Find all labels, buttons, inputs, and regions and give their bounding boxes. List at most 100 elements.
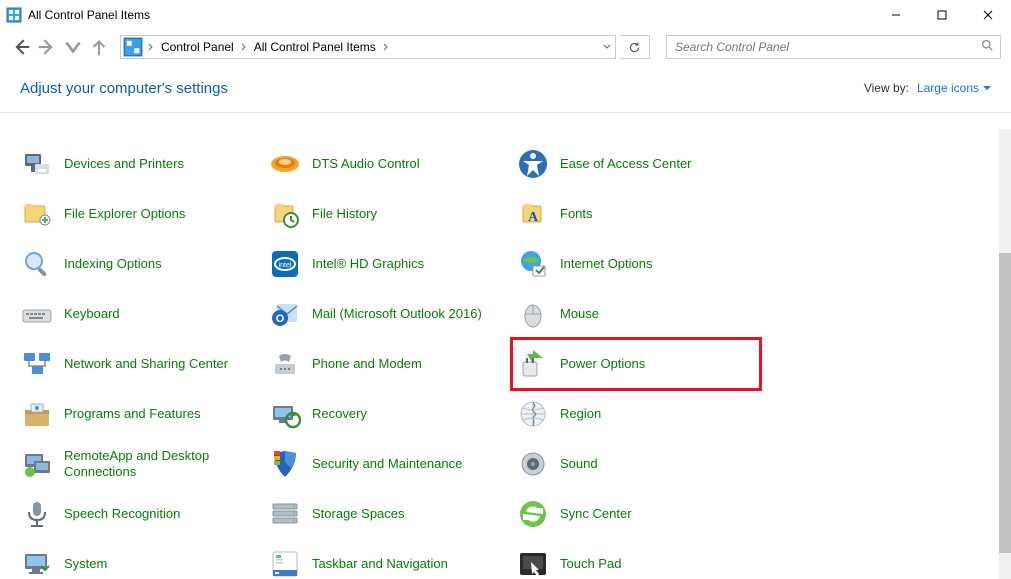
breadcrumb-icon (123, 37, 143, 57)
scrollbar[interactable] (999, 129, 1011, 579)
network-and-sharing-center-icon (20, 347, 54, 381)
item-programs-and-features[interactable]: Programs and Features (16, 389, 264, 439)
security-and-maintenance-icon (268, 447, 302, 481)
item-indexing-options[interactable]: Indexing Options (16, 239, 264, 289)
internet-options-icon (516, 247, 550, 281)
item-remoteapp-and-desktop-connections[interactable]: RemoteApp and Desktop Connections (16, 439, 264, 489)
item-ease-of-access-center[interactable]: Ease of Access Center (512, 139, 760, 189)
speech-recognition-icon (20, 497, 54, 531)
item-label: File Explorer Options (64, 206, 185, 222)
file-history-icon (268, 197, 302, 231)
item-file-explorer-options[interactable]: File Explorer Options (16, 189, 264, 239)
item-label: System (64, 556, 107, 572)
refresh-button[interactable] (620, 35, 650, 59)
item-label: File History (312, 206, 377, 222)
item-power-options[interactable]: Power Options (512, 339, 760, 389)
item-label: Phone and Modem (312, 356, 422, 372)
system-icon (20, 547, 54, 579)
recent-locations-button[interactable] (62, 36, 84, 58)
item-label: Taskbar and Navigation (312, 556, 448, 572)
mouse-icon (516, 297, 550, 331)
region-icon (516, 397, 550, 431)
item-security-and-maintenance[interactable]: Security and Maintenance (264, 439, 512, 489)
item-sound[interactable]: Sound (512, 439, 760, 489)
item-keyboard[interactable]: Keyboard (16, 289, 264, 339)
item-sync-center[interactable]: Sync Center (512, 489, 760, 539)
view-by-label: View by: (864, 81, 909, 95)
search-icon[interactable] (981, 39, 994, 55)
view-by: View by: Large icons (864, 81, 991, 95)
window-title: All Control Panel Items (28, 8, 150, 22)
item-label: Internet Options (560, 256, 653, 272)
item-label: Programs and Features (64, 406, 201, 422)
item-intel-hd-graphics[interactable]: intelIntel® HD Graphics (264, 239, 512, 289)
keyboard-icon (20, 297, 54, 331)
minimize-button[interactable] (873, 0, 919, 30)
item-label: Fonts (560, 206, 593, 222)
item-label: Devices and Printers (64, 156, 184, 172)
intel-hd-graphics-icon: intel (268, 247, 302, 281)
remoteapp-and-desktop-connections-icon (20, 447, 54, 481)
item-label: Keyboard (64, 306, 120, 322)
touch-pad-icon (516, 547, 550, 579)
item-label: Recovery (312, 406, 367, 422)
item-internet-options[interactable]: Internet Options (512, 239, 760, 289)
power-options-icon (516, 347, 550, 381)
search-box[interactable] (666, 35, 1001, 59)
taskbar-and-navigation-icon (268, 547, 302, 579)
item-label: Ease of Access Center (560, 156, 692, 172)
window-controls (873, 0, 1011, 30)
sound-icon (516, 447, 550, 481)
divider (0, 112, 1011, 113)
item-mouse[interactable]: Mouse (512, 289, 760, 339)
item-recovery[interactable]: Recovery (264, 389, 512, 439)
breadcrumb-all-items[interactable]: All Control Panel Items (250, 36, 380, 58)
item-file-history[interactable]: File History (264, 189, 512, 239)
sync-center-icon (516, 497, 550, 531)
item-system[interactable]: System (16, 539, 264, 579)
back-button[interactable] (10, 36, 32, 58)
view-by-dropdown[interactable]: Large icons (917, 81, 991, 95)
item-label: Touch Pad (560, 556, 621, 572)
close-button[interactable] (965, 0, 1011, 30)
item-label: Mouse (560, 306, 599, 322)
item-label: Power Options (560, 356, 645, 372)
recovery-icon (268, 397, 302, 431)
item-network-and-sharing-center[interactable]: Network and Sharing Center (16, 339, 264, 389)
chevron-right-icon[interactable] (238, 43, 250, 51)
ease-of-access-center-icon (516, 147, 550, 181)
item-mail-microsoft-outlook-2016[interactable]: OMail (Microsoft Outlook 2016) (264, 289, 512, 339)
item-touch-pad[interactable]: Touch Pad (512, 539, 760, 579)
breadcrumb[interactable]: Control Panel All Control Panel Items (120, 35, 616, 59)
item-label: DTS Audio Control (312, 156, 420, 172)
item-devices-and-printers[interactable]: Devices and Printers (16, 139, 264, 189)
item-dts-audio-control[interactable]: DTS Audio Control (264, 139, 512, 189)
item-phone-and-modem[interactable]: Phone and Modem (264, 339, 512, 389)
item-taskbar-and-navigation[interactable]: Taskbar and Navigation (264, 539, 512, 579)
item-speech-recognition[interactable]: Speech Recognition (16, 489, 264, 539)
page-title: Adjust your computer's settings (20, 80, 228, 97)
header-strip: Adjust your computer's settings View by:… (0, 64, 1011, 112)
breadcrumb-control-panel[interactable]: Control Panel (157, 36, 238, 58)
indexing-options-icon (20, 247, 54, 281)
up-button[interactable] (88, 36, 110, 58)
item-label: Region (560, 406, 601, 422)
item-storage-spaces[interactable]: Storage Spaces (264, 489, 512, 539)
chevron-right-icon[interactable] (145, 43, 157, 51)
scrollbar-thumb[interactable] (999, 253, 1011, 553)
devices-and-printers-icon (20, 147, 54, 181)
search-input[interactable] (673, 39, 994, 55)
file-explorer-options-icon (20, 197, 54, 231)
item-label: Speech Recognition (64, 506, 180, 522)
item-fonts[interactable]: AFonts (512, 189, 760, 239)
chevron-right-icon[interactable] (380, 43, 392, 51)
item-region[interactable]: Region (512, 389, 760, 439)
svg-text:O: O (276, 313, 285, 325)
item-label: Indexing Options (64, 256, 162, 272)
storage-spaces-icon (268, 497, 302, 531)
item-label: Security and Maintenance (312, 456, 462, 472)
forward-button[interactable] (36, 36, 58, 58)
breadcrumb-dropdown[interactable] (603, 36, 611, 58)
svg-text:intel: intel (279, 262, 292, 269)
maximize-button[interactable] (919, 0, 965, 30)
